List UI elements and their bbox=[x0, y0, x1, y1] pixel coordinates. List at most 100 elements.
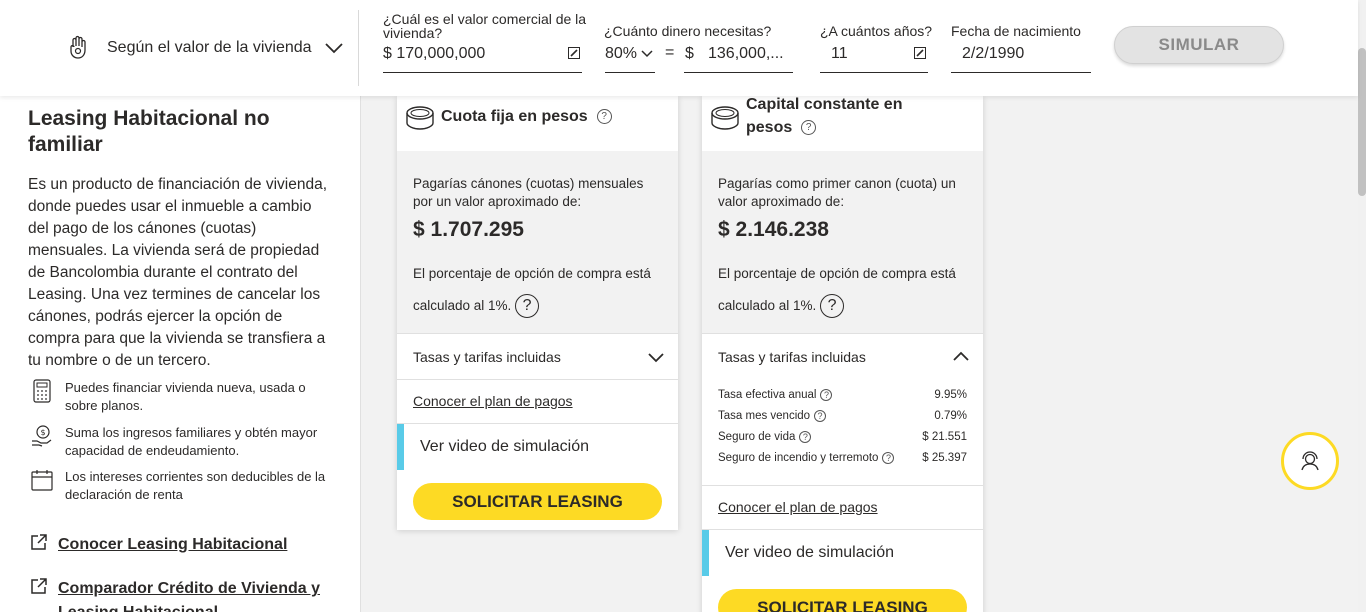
mode-label: Según el valor de la vivienda bbox=[107, 39, 312, 56]
rate-name: Seguro de incendio y terremoto bbox=[718, 451, 879, 464]
feature-text: Los intereses corrientes son deducibles … bbox=[65, 469, 326, 502]
anios-label: ¿A cuántos años? bbox=[820, 23, 933, 39]
plan-row: Conocer el plan de pagos bbox=[397, 379, 678, 423]
rate-value: $ 21.551 bbox=[922, 430, 967, 443]
link-leasing-habitacional[interactable]: Conocer Leasing Habitacional bbox=[30, 533, 328, 557]
amount-intro: Pagarías cánones (cuotas) mensuales por … bbox=[413, 176, 644, 209]
amount-section: Pagarías como primer canon (cuota) un va… bbox=[702, 151, 983, 333]
amount-input[interactable]: 136,000,... bbox=[708, 45, 784, 63]
external-link-icon bbox=[31, 534, 47, 550]
mode-selector[interactable]: Según el valor de la vivienda bbox=[66, 34, 343, 62]
rate-name: Seguro de vida bbox=[718, 430, 796, 443]
edit-icon[interactable] bbox=[914, 47, 926, 59]
solicitar-leasing-button[interactable]: SOLICITAR LEASING bbox=[718, 589, 967, 612]
rates-list: Tasa efectiva anual? 9.95% Tasa mes venc… bbox=[718, 384, 967, 468]
card-header: Cuota fija en pesos ? bbox=[397, 96, 678, 151]
percent-underline bbox=[605, 72, 655, 73]
purchase-option-note: El porcentaje de opción de compra está c… bbox=[413, 258, 663, 322]
currency-sign: $ bbox=[685, 45, 694, 62]
video-row[interactable]: Ver video de simulación bbox=[702, 529, 983, 576]
coins-icon bbox=[711, 106, 739, 130]
svg-text:$: $ bbox=[41, 428, 46, 437]
amount-intro: Pagarías como primer canon (cuota) un va… bbox=[718, 176, 956, 209]
video-accent-bar bbox=[397, 424, 404, 470]
simular-button[interactable]: SIMULAR bbox=[1114, 26, 1284, 64]
plan-link[interactable]: Conocer el plan de pagos bbox=[718, 499, 878, 515]
valor-underline bbox=[383, 72, 582, 73]
help-icon[interactable]: ? bbox=[515, 294, 540, 319]
help-icon[interactable]: ? bbox=[882, 451, 895, 464]
result-card-capital-constante: Capital constante en pesos ? Pagarías co… bbox=[702, 96, 983, 612]
product-description: Es un producto de financiación de vivien… bbox=[28, 176, 328, 369]
edit-icon[interactable] bbox=[568, 47, 580, 59]
dinero-label: ¿Cuánto dinero necesitas? bbox=[604, 23, 772, 39]
percent-select[interactable]: 80% bbox=[605, 45, 637, 63]
rates-label: Tasas y tarifas incluidas bbox=[718, 349, 866, 365]
fecha-label: Fecha de nacimiento bbox=[951, 23, 1081, 39]
scrollbar[interactable] bbox=[1358, 0, 1366, 612]
rate-row: Tasa mes vencido? 0.79% bbox=[718, 405, 967, 426]
link-text[interactable]: Conocer Leasing Habitacional bbox=[58, 533, 328, 557]
amount-value: $ 2.146.238 bbox=[718, 218, 829, 241]
page-title: Leasing Habitacional no familiar bbox=[28, 107, 270, 156]
chevron-down-icon[interactable] bbox=[648, 353, 664, 363]
rate-row: Tasa efectiva anual? 9.95% bbox=[718, 384, 967, 405]
help-icon[interactable]: ? bbox=[820, 294, 845, 319]
chat-help-button[interactable] bbox=[1281, 432, 1339, 490]
calendar-icon bbox=[31, 470, 53, 491]
rates-accordion[interactable]: Tasas y tarifas incluidas bbox=[397, 333, 678, 379]
video-label[interactable]: Ver video de simulación bbox=[725, 544, 894, 562]
scrollbar-thumb[interactable] bbox=[1358, 48, 1366, 196]
help-icon[interactable]: ? bbox=[814, 409, 827, 422]
link-comparador[interactable]: Comparador Crédito de Vivienda y Leasing… bbox=[30, 577, 328, 612]
card-title: Cuota fija en pesos ? bbox=[441, 105, 612, 128]
help-icon[interactable]: ? bbox=[820, 388, 833, 401]
chevron-down-icon[interactable] bbox=[324, 42, 344, 54]
rate-value: 9.95% bbox=[934, 388, 967, 401]
help-icon[interactable]: ? bbox=[596, 109, 612, 125]
chevron-up-icon[interactable] bbox=[953, 351, 969, 361]
hand-icon bbox=[70, 35, 86, 59]
chevron-down-icon[interactable] bbox=[641, 50, 653, 58]
video-label[interactable]: Ver video de simulación bbox=[420, 438, 589, 456]
feature-item: $ Suma los ingresos familiares y obtén m… bbox=[30, 424, 335, 460]
amount-value: $ 1.707.295 bbox=[413, 218, 524, 241]
feature-text: Suma los ingresos familiares y obtén may… bbox=[65, 425, 318, 458]
rate-row: Seguro de vida? $ 21.551 bbox=[718, 426, 967, 447]
rate-name: Tasa efectiva anual bbox=[718, 388, 817, 401]
divider bbox=[358, 10, 359, 86]
feature-item: Los intereses corrientes son deducibles … bbox=[30, 468, 335, 504]
valor-label: ¿Cuál es el valor comercial de la vivien… bbox=[383, 11, 587, 41]
card-title: Capital constante en pesos ? bbox=[746, 96, 903, 136]
purchase-option-note: El porcentaje de opción de compra está c… bbox=[718, 258, 968, 322]
solicitar-leasing-button[interactable]: SOLICITAR LEASING bbox=[413, 483, 662, 520]
product-info-panel: Leasing Habitacional no familiar Es un p… bbox=[0, 96, 361, 612]
video-accent-bar bbox=[702, 530, 709, 576]
help-icon[interactable]: ? bbox=[799, 430, 812, 443]
headset-icon bbox=[1301, 451, 1319, 471]
result-card-cuota-fija: Cuota fija en pesos ? Pagarías cánones (… bbox=[397, 96, 678, 530]
valor-input[interactable]: $ 170,000,000 bbox=[383, 45, 485, 63]
amount-underline bbox=[684, 72, 793, 73]
external-link-icon bbox=[31, 578, 47, 594]
feature-text: Puedes financiar vivienda nueva, usada o… bbox=[65, 380, 306, 413]
video-row[interactable]: Ver video de simulación bbox=[397, 423, 678, 470]
anios-input[interactable]: 11 bbox=[831, 45, 848, 63]
equals-sign: = bbox=[665, 44, 675, 61]
rate-value: 0.79% bbox=[934, 409, 967, 422]
rates-accordion[interactable]: Tasas y tarifas incluidas Tasa efectiva … bbox=[702, 333, 983, 485]
calculator-icon bbox=[33, 379, 51, 403]
plan-row: Conocer el plan de pagos bbox=[702, 485, 983, 529]
card-header: Capital constante en pesos ? bbox=[702, 96, 983, 151]
help-icon[interactable]: ? bbox=[801, 120, 817, 136]
feature-item: Puedes financiar vivienda nueva, usada o… bbox=[30, 379, 335, 415]
rate-name: Tasa mes vencido bbox=[718, 409, 811, 422]
amount-section: Pagarías cánones (cuotas) mensuales por … bbox=[397, 151, 678, 333]
anios-underline bbox=[820, 72, 928, 73]
fecha-input[interactable]: 2/2/1990 bbox=[962, 45, 1024, 63]
rates-label: Tasas y tarifas incluidas bbox=[413, 349, 561, 365]
simulator-toolbar: Según el valor de la vivienda ¿Cuál es e… bbox=[0, 0, 1358, 96]
money-hand-icon: $ bbox=[32, 425, 52, 447]
link-text[interactable]: Comparador Crédito de Vivienda y Leasing… bbox=[58, 577, 328, 612]
plan-link[interactable]: Conocer el plan de pagos bbox=[413, 393, 573, 409]
